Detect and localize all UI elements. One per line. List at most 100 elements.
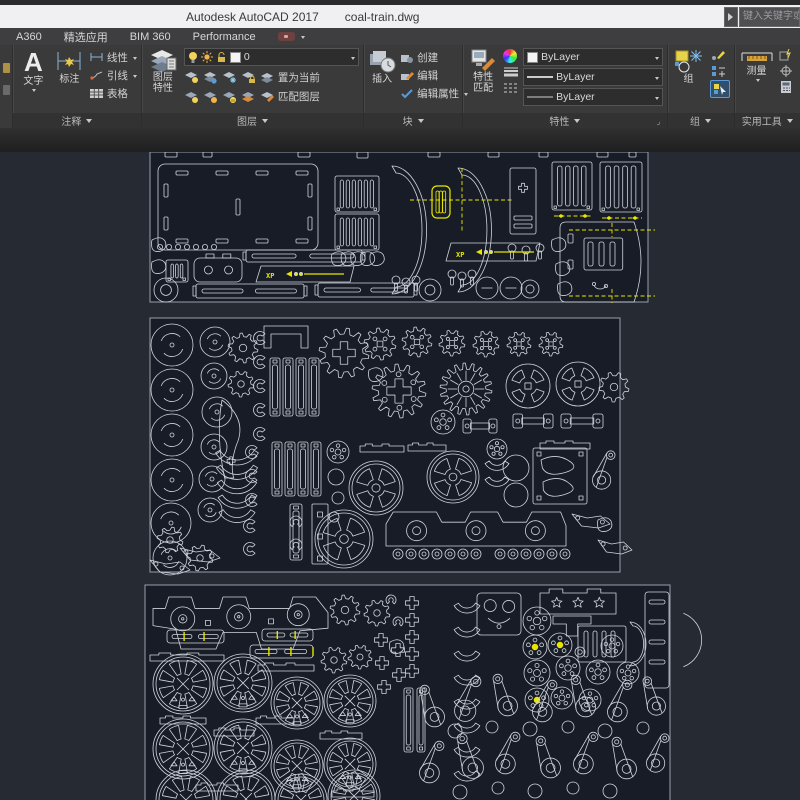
panel-groups: 组 组 xyxy=(668,45,735,128)
table-button[interactable]: 表格 xyxy=(89,84,137,102)
tab-performance[interactable]: Performance xyxy=(193,31,256,43)
ribbon-panel-cut xyxy=(0,45,13,128)
linetype-select[interactable]: ByLayer xyxy=(523,88,662,106)
expand-arrow-icon xyxy=(728,13,737,21)
text-button[interactable]: A 文字 xyxy=(17,48,50,113)
linear-dim-button[interactable]: 线性 xyxy=(89,48,137,66)
layer-freeze-icon[interactable] xyxy=(222,71,237,84)
panel-footer-block[interactable]: 块 xyxy=(364,113,462,128)
chevron-down-icon xyxy=(787,119,793,126)
group-selection-toggle[interactable] xyxy=(710,80,730,98)
layer-walk-icon[interactable] xyxy=(241,90,256,103)
chevron-down-icon xyxy=(133,75,137,80)
edit-attribute-icon xyxy=(400,88,414,99)
panel-footer-properties[interactable]: 特性 xyxy=(463,113,666,128)
chevron-down-icon xyxy=(655,77,659,82)
layer-select[interactable]: 0 xyxy=(184,48,359,66)
object-color-select[interactable]: ByLayer xyxy=(523,48,662,66)
layer-isolate-icon[interactable] xyxy=(203,71,218,84)
chevron-down-icon xyxy=(574,119,580,126)
chevron-down-icon xyxy=(86,119,92,126)
panel-layers: 图层 特性 0 xyxy=(142,45,364,128)
group-edit-icon[interactable] xyxy=(710,48,726,62)
sun-icon xyxy=(201,51,213,63)
layer-off-icon[interactable] xyxy=(184,71,199,84)
panel-properties: 特性 匹配 ByLayer ByLayer xyxy=(463,45,667,128)
layer-unlock-icon[interactable] xyxy=(222,90,237,103)
autocad-window: { "window": {"app_title": "Autodesk Auto… xyxy=(0,0,800,800)
measure-icon xyxy=(741,48,773,66)
text-icon: A xyxy=(24,48,43,76)
app-title: Autodesk AutoCAD 2017 xyxy=(186,10,319,24)
drawing-canvas[interactable]: XP XP xyxy=(0,152,800,800)
annotation-mini-column: 线性 引线 表格 xyxy=(89,48,137,113)
set-current-layer-button[interactable]: 置为当前 xyxy=(260,68,359,86)
panel-block: 插入 创建 编辑 编辑属性 块 xyxy=(364,45,463,128)
chevron-down-icon xyxy=(301,36,305,41)
point-style-icon[interactable] xyxy=(779,64,794,78)
lineweight-sample xyxy=(527,75,553,79)
chevron-down-icon xyxy=(655,97,659,102)
dimension-button[interactable]: 标注 xyxy=(54,48,85,113)
bulb-icon xyxy=(188,51,198,63)
layer-on-icon[interactable] xyxy=(184,90,199,103)
panel-footer-utilities[interactable]: 实用工具 xyxy=(735,113,800,128)
object-color-value: ByLayer xyxy=(541,51,649,63)
title-bar: Autodesk AutoCAD 2017 coal-train.dwg 键入关… xyxy=(0,5,800,28)
layer-thaw-icon[interactable] xyxy=(203,90,218,103)
leader-icon xyxy=(89,70,104,80)
unlock-icon xyxy=(216,51,227,63)
chevron-down-icon xyxy=(705,119,711,126)
tab-featured-apps[interactable]: 精选应用 xyxy=(64,29,108,45)
infocenter: 键入关键字或 xyxy=(724,7,800,27)
create-block-button[interactable]: 创建 xyxy=(400,48,468,66)
layer-lock-icon[interactable] xyxy=(241,71,256,84)
panel-footer-groups[interactable]: 组 xyxy=(668,113,734,128)
edit-block-button[interactable]: 编辑 xyxy=(400,66,468,84)
chevron-down-icon xyxy=(133,57,137,62)
connect-menu-button[interactable] xyxy=(278,32,305,41)
dimension-icon xyxy=(54,48,84,74)
quick-calc-icon[interactable] xyxy=(779,80,794,94)
linetype-sample xyxy=(527,95,553,99)
dimension-label: 标注 xyxy=(59,74,79,85)
edit-attribute-button[interactable]: 编辑属性 xyxy=(400,84,468,102)
dialog-launcher-icon[interactable]: ⌟ xyxy=(657,118,665,126)
layer-properties-icon xyxy=(149,48,177,72)
chevron-down-icon xyxy=(655,57,659,62)
chevron-down-icon xyxy=(262,119,268,126)
match-properties-button[interactable]: 特性 匹配 xyxy=(467,48,499,113)
layer-tools-row-1: 置为当前 匹配图层 xyxy=(184,68,359,105)
chevron-down-icon xyxy=(418,119,424,126)
ribbon: A 文字 标注 线性 引线 xyxy=(0,45,800,128)
search-input[interactable]: 键入关键字或 xyxy=(739,7,800,27)
lineweight-icon[interactable] xyxy=(503,66,519,79)
id-point-icon[interactable] xyxy=(779,48,794,62)
table-icon xyxy=(89,88,104,99)
measure-button[interactable]: 测量 xyxy=(739,48,775,113)
ungroup-icon[interactable] xyxy=(710,64,726,78)
current-layer-name: 0 xyxy=(244,51,346,63)
svg-text:XP: XP xyxy=(456,251,464,259)
leader-button[interactable]: 引线 xyxy=(89,66,137,84)
panel-annotation: A 文字 标注 线性 引线 xyxy=(13,45,142,128)
infocenter-expand-button[interactable] xyxy=(724,7,738,27)
color-wheel-icon[interactable] xyxy=(503,49,517,63)
chevron-down-icon xyxy=(756,79,760,84)
document-title: coal-train.dwg xyxy=(345,10,420,24)
chevron-down-icon xyxy=(32,89,36,94)
tab-bim360[interactable]: BIM 360 xyxy=(130,31,171,43)
tab-a360[interactable]: A360 xyxy=(16,31,42,43)
panel-footer-layers[interactable]: 图层 xyxy=(142,113,363,128)
insert-block-button[interactable]: 插入 xyxy=(368,48,396,113)
svg-text:XP: XP xyxy=(266,272,274,280)
linetype-icon[interactable] xyxy=(503,82,519,94)
group-button[interactable]: 组 xyxy=(672,48,706,113)
text-label: 文字 xyxy=(23,76,43,87)
layer-properties-button[interactable]: 图层 特性 xyxy=(146,48,180,113)
panel-footer-annotation[interactable]: 注释 xyxy=(13,113,141,128)
panel-utilities: 测量 实用工具 xyxy=(735,45,800,128)
drawing-area: XP XP xyxy=(0,152,800,800)
match-layer-button[interactable]: 匹配图层 xyxy=(260,87,359,105)
lineweight-select[interactable]: ByLayer xyxy=(523,68,662,86)
